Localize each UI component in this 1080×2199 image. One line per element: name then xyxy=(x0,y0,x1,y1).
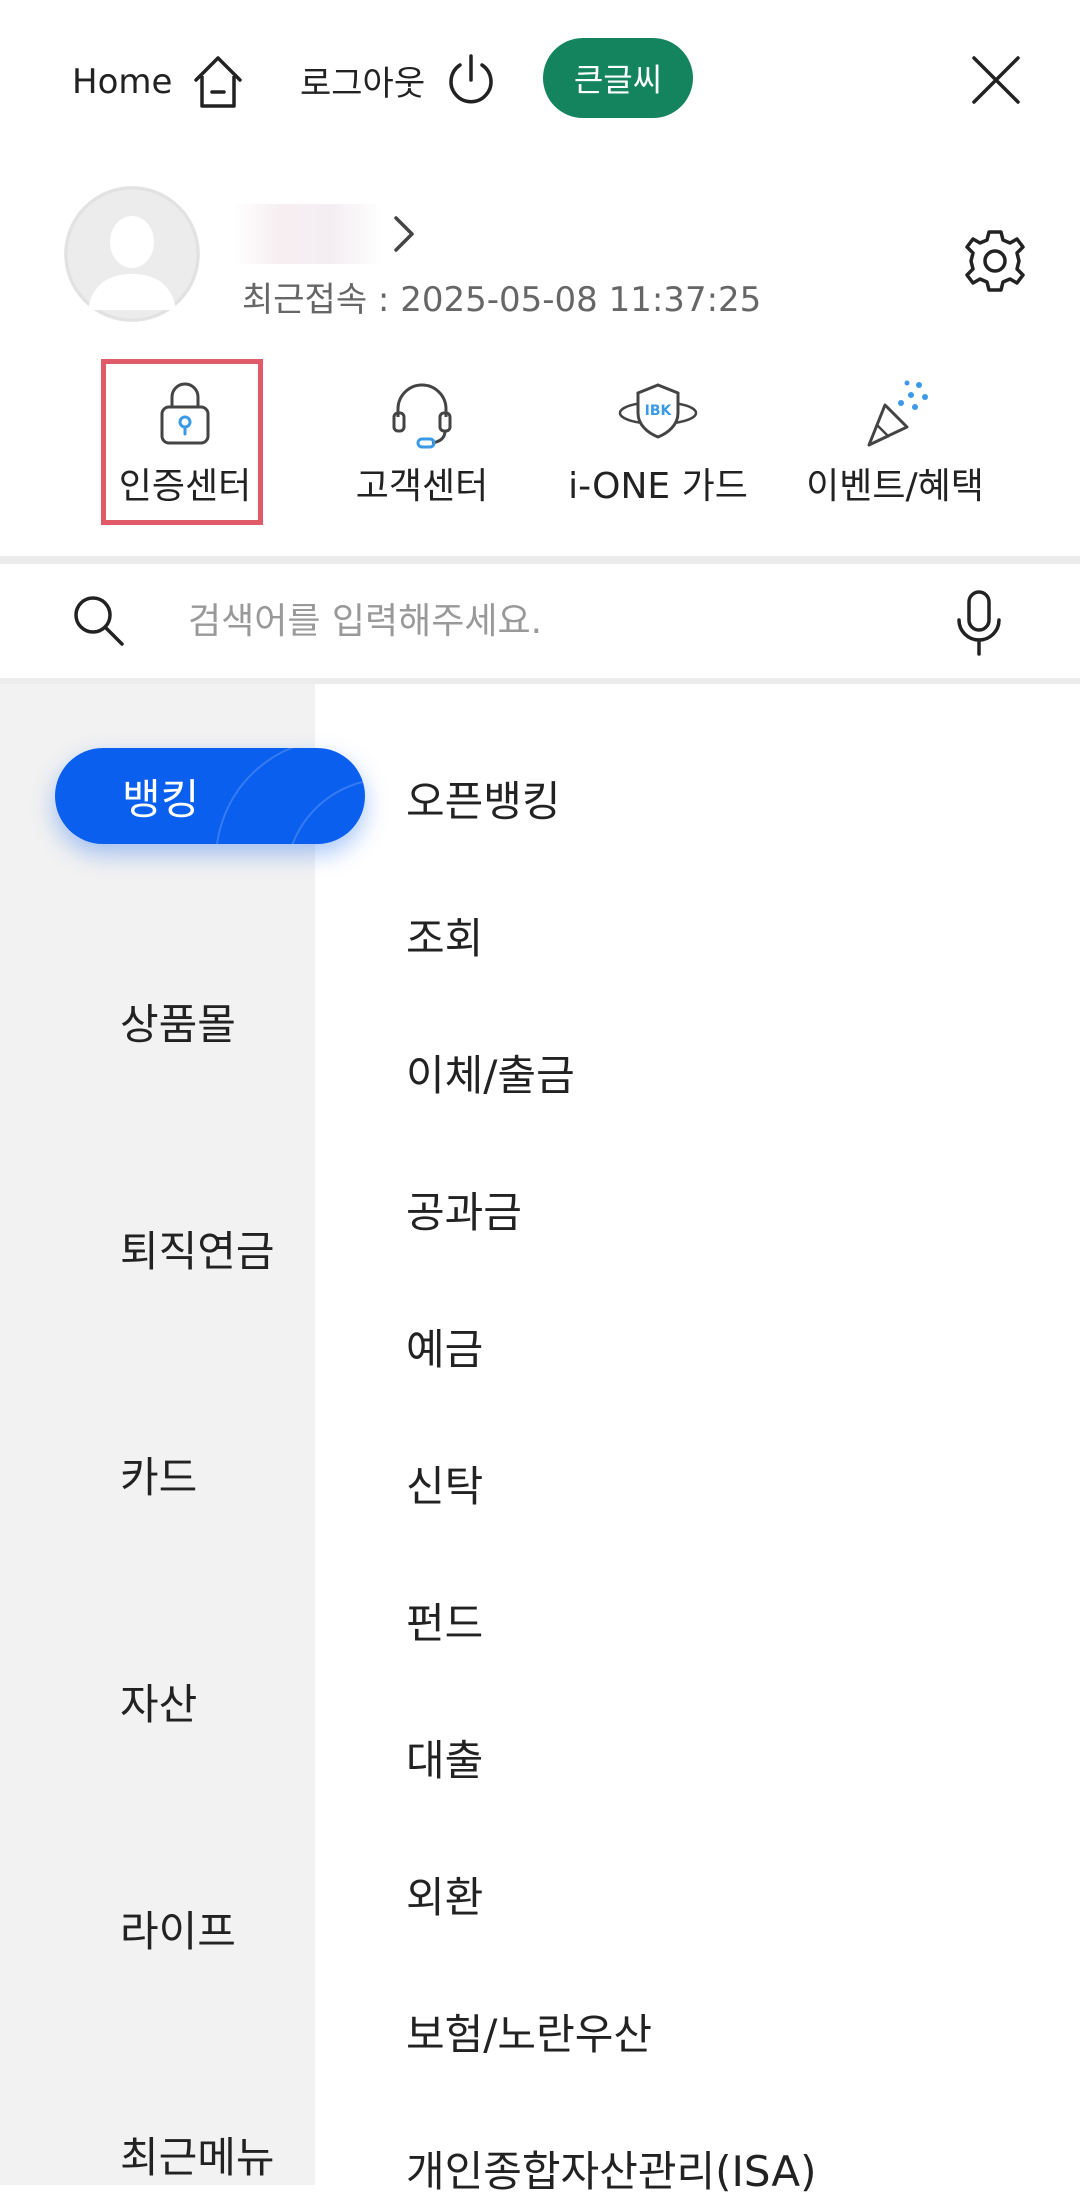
submenu-item[interactable]: 이체/출금 xyxy=(406,1042,575,1103)
divider xyxy=(0,556,1080,564)
logout-label: 로그아웃 xyxy=(300,63,426,104)
submenu-item[interactable]: 오픈뱅킹 xyxy=(406,768,561,829)
submenu-item[interactable]: 조회 xyxy=(406,905,483,966)
search-bar xyxy=(0,564,1080,684)
quick-item-customer-center[interactable]: 고객센터 xyxy=(322,355,522,530)
home-button[interactable]: Home xyxy=(72,52,246,112)
submenu-item[interactable]: 예금 xyxy=(406,1316,483,1377)
category-item-card[interactable]: 카드 xyxy=(120,1444,197,1505)
quick-item-label: 이벤트/혜택 xyxy=(806,466,984,507)
submenu-item[interactable]: 대출 xyxy=(406,1727,483,1788)
user-silhouette-icon xyxy=(64,186,200,322)
top-bar: Home 로그아웃 큰글씨 xyxy=(0,0,1080,160)
ibk-badge-text: IBK xyxy=(645,403,673,419)
category-item-banking[interactable]: 뱅킹 xyxy=(55,748,365,844)
category-item-pension[interactable]: 퇴직연금 xyxy=(120,1218,275,1279)
search-icon[interactable] xyxy=(70,592,126,648)
home-label: Home xyxy=(72,62,173,102)
user-name-redacted[interactable] xyxy=(232,204,382,264)
party-popper-icon xyxy=(867,380,928,447)
avatar[interactable] xyxy=(64,186,200,322)
submenu-item[interactable]: 개인종합자산관리(ISA) xyxy=(406,2138,816,2199)
chevron-right-icon[interactable] xyxy=(390,214,418,254)
ibk-shield-icon: IBK xyxy=(618,383,698,439)
close-icon[interactable] xyxy=(968,52,1024,108)
big-font-button[interactable]: 큰글씨 xyxy=(543,38,693,118)
last-login-text: 최근접속 : 2025-05-08 11:37:25 xyxy=(242,280,762,320)
category-item-life[interactable]: 라이프 xyxy=(120,1898,236,1959)
big-font-label: 큰글씨 xyxy=(573,61,663,99)
category-label: 뱅킹 xyxy=(122,774,200,824)
profile-section: 최근접속 : 2025-05-08 11:37:25 xyxy=(0,180,1080,330)
submenu-item[interactable]: 외환 xyxy=(406,1864,483,1925)
home-icon xyxy=(194,56,243,108)
quick-item-label: 고객센터 xyxy=(355,466,489,507)
submenu-item[interactable]: 공과금 xyxy=(406,1179,522,1240)
search-input[interactable] xyxy=(186,588,910,654)
quick-item-ione-guard[interactable]: IBK i-ONE 가드 xyxy=(558,355,758,530)
submenu-item[interactable]: 신탁 xyxy=(406,1453,483,1514)
power-icon xyxy=(449,54,493,104)
category-item-shop[interactable]: 상품몰 xyxy=(120,991,236,1052)
headset-icon xyxy=(392,383,452,449)
quick-item-events[interactable]: 이벤트/혜택 xyxy=(795,355,995,530)
category-nav: 뱅킹 상품몰 퇴직연금 카드 자산 라이프 최근메뉴 xyxy=(0,684,365,2185)
gear-icon[interactable] xyxy=(960,226,1030,296)
microphone-icon[interactable] xyxy=(950,588,1008,658)
category-item-recent[interactable]: 최근메뉴 xyxy=(120,2124,275,2185)
submenu-item[interactable]: 펀드 xyxy=(406,1590,483,1651)
category-item-assets[interactable]: 자산 xyxy=(120,1671,197,1732)
logout-button[interactable]: 로그아웃 xyxy=(300,52,497,108)
highlight-box xyxy=(101,359,263,525)
submenu-item[interactable]: 보험/노란우산 xyxy=(406,2001,652,2062)
quick-item-label: i-ONE 가드 xyxy=(568,466,748,507)
